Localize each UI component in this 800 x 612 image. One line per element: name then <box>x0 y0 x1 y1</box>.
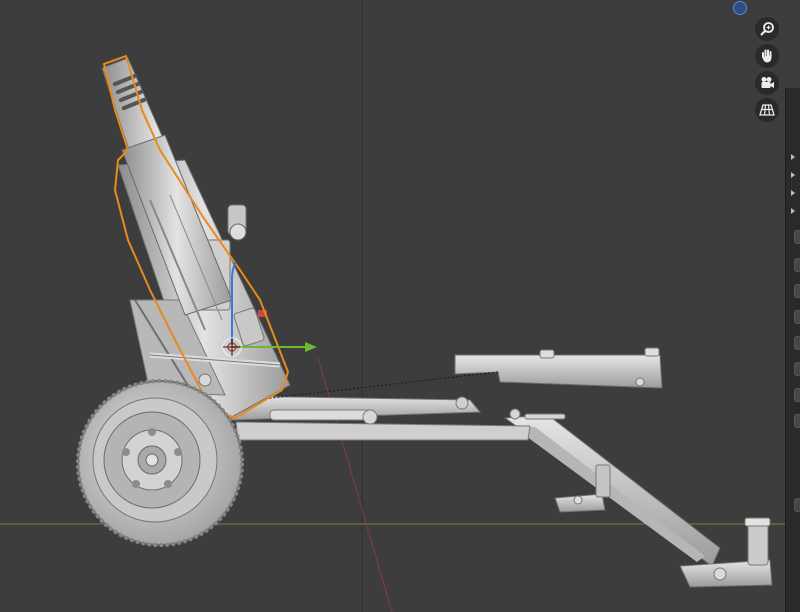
property-field[interactable] <box>794 230 800 244</box>
zoom-magnifier-icon[interactable] <box>755 17 779 41</box>
property-field[interactable] <box>794 388 800 402</box>
panel-expand-arrow-icon[interactable] <box>791 190 795 196</box>
property-field[interactable] <box>794 362 800 376</box>
panel-expand-arrow-icon[interactable] <box>791 172 795 178</box>
camera-view-icon[interactable] <box>755 71 779 95</box>
scene-canvas[interactable] <box>0 0 800 612</box>
pan-hand-icon[interactable] <box>755 44 779 68</box>
panel-expand-arrow-icon[interactable] <box>791 154 795 160</box>
property-field[interactable] <box>794 310 800 324</box>
panel-expand-arrow-icon[interactable] <box>791 208 795 214</box>
navigation-gizmo-icon[interactable] <box>733 1 747 15</box>
3d-viewport[interactable] <box>0 0 800 612</box>
perspective-grid-icon[interactable] <box>755 98 779 122</box>
property-field[interactable] <box>794 336 800 350</box>
wheel <box>76 379 244 547</box>
detached-trail-arm <box>254 347 663 401</box>
property-field[interactable] <box>794 414 800 428</box>
property-field[interactable] <box>794 284 800 298</box>
property-field[interactable] <box>794 258 800 272</box>
gun-trail <box>229 395 773 588</box>
properties-sidebar-edge[interactable] <box>785 88 800 612</box>
z-axis-line <box>317 357 393 612</box>
property-field[interactable] <box>794 498 800 512</box>
